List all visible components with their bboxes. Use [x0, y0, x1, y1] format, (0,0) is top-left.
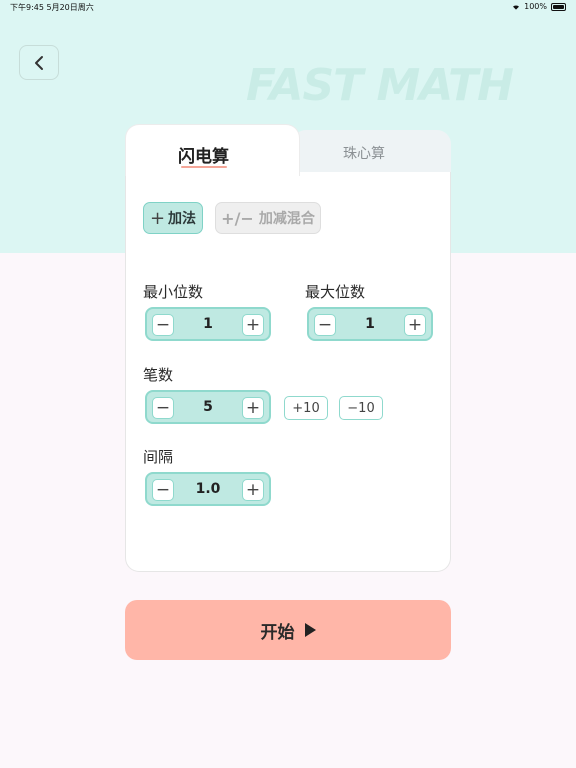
mode-addition-button[interactable]: + 加法: [143, 202, 203, 234]
interval-stepper: − 1.0 +: [145, 472, 271, 506]
status-right: 100%: [512, 2, 566, 11]
mode-mixed-label: 加减混合: [258, 211, 315, 227]
min-digits-increment-button[interactable]: +: [242, 314, 264, 336]
min-digits-stepper: − 1 +: [145, 307, 271, 341]
tab-abacus-label: 珠心算: [343, 146, 385, 162]
count-increment-button[interactable]: +: [242, 397, 264, 419]
start-button[interactable]: 开始: [125, 600, 451, 660]
status-time: 下午9:45 5月20日周六: [10, 3, 94, 12]
mode-mixed-button[interactable]: +/− 加减混合: [215, 202, 321, 234]
max-digits-label: 最大位数: [305, 283, 366, 301]
status-bar: 下午9:45 5月20日周六 100%: [0, 0, 576, 14]
battery-icon: [551, 2, 566, 11]
max-digits-increment-button[interactable]: +: [404, 314, 426, 336]
brand-watermark: FAST MATH: [246, 60, 514, 111]
interval-increment-button[interactable]: +: [242, 479, 264, 501]
play-icon: [304, 623, 316, 637]
count-minus10-button[interactable]: −10: [339, 396, 383, 420]
count-plus10-button[interactable]: +10: [284, 396, 328, 420]
max-digits-stepper: − 1 +: [307, 307, 433, 341]
count-stepper: − 5 +: [145, 390, 271, 424]
tab-flash-label: 闪电算: [178, 147, 229, 167]
battery-percent: 100%: [524, 2, 547, 11]
plus-minus-icon: +/−: [221, 208, 254, 228]
start-label: 开始: [260, 622, 295, 643]
min-digits-label: 最小位数: [143, 283, 204, 301]
count-label: 笔数: [143, 366, 174, 384]
interval-label: 间隔: [143, 448, 174, 466]
tab-active-indicator: [181, 166, 227, 168]
chevron-left-icon: [35, 55, 43, 70]
mode-addition-label: 加法: [168, 211, 197, 227]
wifi-icon: [513, 4, 520, 10]
plus-icon: +: [149, 207, 166, 229]
back-button[interactable]: [19, 45, 59, 80]
